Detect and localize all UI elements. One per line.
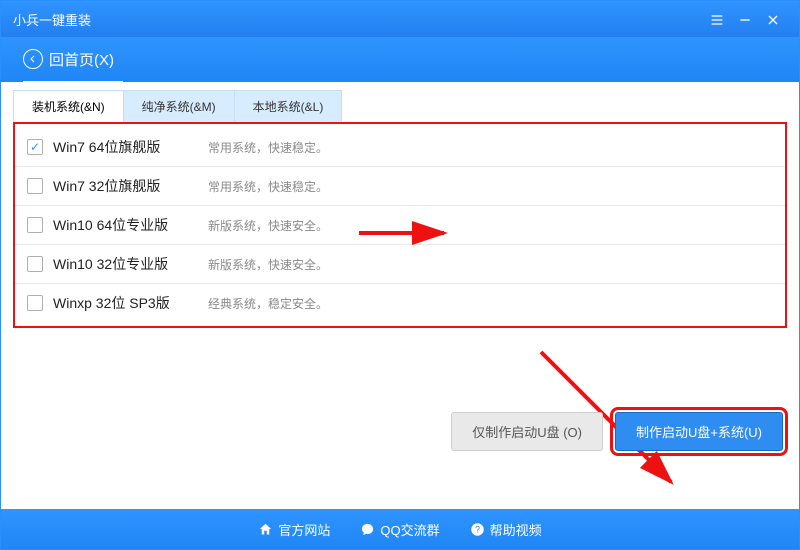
title-bar: 小兵一键重装	[1, 1, 799, 37]
list-item[interactable]: Win10 64位专业版 新版系统，快速安全。	[15, 206, 785, 245]
os-desc: 新版系统，快速安全。	[208, 256, 328, 273]
checkbox[interactable]	[27, 217, 43, 233]
footer-bar: 官方网站 QQ交流群 ? 帮助视频	[1, 509, 799, 549]
app-title: 小兵一键重装	[13, 10, 91, 29]
checkbox[interactable]	[27, 256, 43, 272]
make-boot-only-button[interactable]: 仅制作启动U盘 (O)	[451, 412, 603, 451]
svg-text:?: ?	[475, 524, 480, 534]
content-area: 装机系统(&N) 纯净系统(&M) 本地系统(&L) Win7 64位旗舰版 常…	[1, 82, 799, 509]
os-desc: 常用系统，快速稳定。	[208, 178, 328, 195]
back-label: 回首页(X)	[49, 49, 114, 70]
tab-install-systems[interactable]: 装机系统(&N)	[13, 90, 124, 122]
list-item[interactable]: Winxp 32位 SP3版 经典系统，稳定安全。	[15, 284, 785, 322]
tab-clean-systems[interactable]: 纯净系统(&M)	[124, 90, 235, 122]
tab-local-systems[interactable]: 本地系统(&L)	[235, 90, 343, 122]
close-icon[interactable]	[759, 10, 787, 27]
list-item[interactable]: Win10 32位专业版 新版系统，快速安全。	[15, 245, 785, 284]
os-desc: 新版系统，快速安全。	[208, 217, 328, 234]
checkbox[interactable]	[27, 139, 43, 155]
os-desc: 经典系统，稳定安全。	[208, 295, 328, 312]
os-name: Win10 64位专业版	[53, 215, 208, 235]
chat-icon	[360, 522, 375, 537]
os-name: Winxp 32位 SP3版	[53, 293, 208, 313]
os-name: Win7 64位旗舰版	[53, 137, 208, 157]
minimize-icon[interactable]	[731, 10, 759, 27]
checkbox[interactable]	[27, 178, 43, 194]
list-item[interactable]: Win7 32位旗舰版 常用系统，快速稳定。	[15, 167, 785, 206]
make-boot-system-button[interactable]: 制作启动U盘+系统(U)	[615, 412, 783, 451]
menu-icon[interactable]	[703, 10, 731, 27]
home-icon	[258, 522, 273, 537]
os-name: Win7 32位旗舰版	[53, 176, 208, 196]
list-item[interactable]: Win7 64位旗舰版 常用系统，快速稳定。	[15, 128, 785, 167]
back-home-button[interactable]: 回首页(X)	[23, 49, 114, 70]
footer-link-qq[interactable]: QQ交流群	[360, 520, 439, 539]
checkbox[interactable]	[27, 295, 43, 311]
back-arrow-icon	[23, 49, 43, 69]
help-icon: ?	[470, 522, 485, 537]
os-desc: 常用系统，快速稳定。	[208, 139, 328, 156]
tab-strip: 装机系统(&N) 纯净系统(&M) 本地系统(&L)	[13, 90, 787, 122]
os-name: Win10 32位专业版	[53, 254, 208, 274]
footer-link-site[interactable]: 官方网站	[258, 520, 330, 539]
footer-link-help[interactable]: ? 帮助视频	[470, 520, 542, 539]
system-list: Win7 64位旗舰版 常用系统，快速稳定。 Win7 32位旗舰版 常用系统，…	[13, 122, 787, 328]
